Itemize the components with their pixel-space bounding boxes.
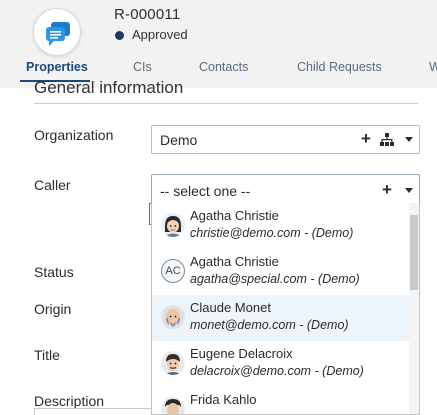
add-caller-icon[interactable]: +: [382, 180, 392, 200]
option-name: Frida Kahlo: [190, 392, 257, 407]
option-name: Agatha Christie: [190, 208, 279, 223]
caller-dropdown-list[interactable]: Agatha Christie christie@demo.com - (Dem…: [151, 203, 420, 415]
record-reference: R-000011: [114, 6, 181, 23]
chevron-down-icon[interactable]: [405, 137, 413, 142]
origin-label: Origin: [34, 301, 72, 317]
caller-label: Caller: [34, 177, 71, 193]
avatar-bald-man-icon: [161, 305, 185, 329]
record-status: Approved: [132, 27, 188, 42]
status-label: Status: [34, 264, 74, 280]
avatar-initials: AC: [161, 259, 185, 283]
add-organization-icon[interactable]: +: [361, 129, 371, 149]
caller-option[interactable]: Frida Kahlo: [152, 387, 409, 414]
tab-properties[interactable]: Properties: [26, 60, 88, 74]
caller-select[interactable]: -- select one -- +: [151, 174, 420, 205]
tab-more[interactable]: W: [429, 60, 437, 74]
avatar-female-icon: [161, 213, 185, 237]
caller-placeholder: -- select one --: [160, 183, 251, 199]
option-detail: christie@demo.com - (Demo): [190, 226, 354, 240]
organization-field[interactable]: Demo +: [151, 125, 420, 154]
record-header: R-000011 Approved Properties CIs Contact…: [0, 0, 437, 88]
caller-option-highlighted[interactable]: Claude Monet monet@demo.com - (Demo): [152, 295, 409, 341]
option-detail: agatha@special.com - (Demo): [190, 272, 360, 286]
option-name: Eugene Delacroix: [190, 346, 293, 361]
caller-option[interactable]: AC Agatha Christie agatha@special.com - …: [152, 249, 409, 295]
title-label: Title: [34, 347, 60, 363]
option-name: Claude Monet: [190, 300, 271, 315]
organization-label: Organization: [34, 127, 114, 143]
chat-bubble-icon: [33, 8, 81, 56]
option-name: Agatha Christie: [190, 254, 279, 269]
description-label: Description: [34, 393, 105, 409]
chevron-down-icon[interactable]: [405, 188, 413, 193]
caller-option[interactable]: Agatha Christie christie@demo.com - (Dem…: [152, 203, 409, 249]
option-detail: monet@demo.com - (Demo): [190, 318, 349, 332]
status-indicator-icon: [115, 31, 124, 40]
organization-value: Demo: [160, 132, 198, 148]
caller-option[interactable]: Eugene Delacroix delacroix@demo.com - (D…: [152, 341, 409, 387]
tab-contacts[interactable]: Contacts: [199, 60, 248, 74]
section-title: General information: [34, 78, 184, 97]
tab-cis[interactable]: CIs: [133, 60, 152, 74]
hierarchy-icon[interactable]: [380, 133, 394, 151]
dropdown-scrollbar-thumb[interactable]: [410, 215, 418, 290]
section-divider: [34, 103, 418, 104]
avatar-female-icon: [161, 397, 185, 414]
avatar-man-icon: [161, 351, 185, 375]
tab-child-requests[interactable]: Child Requests: [297, 60, 382, 74]
option-detail: delacroix@demo.com - (Demo): [190, 364, 364, 378]
